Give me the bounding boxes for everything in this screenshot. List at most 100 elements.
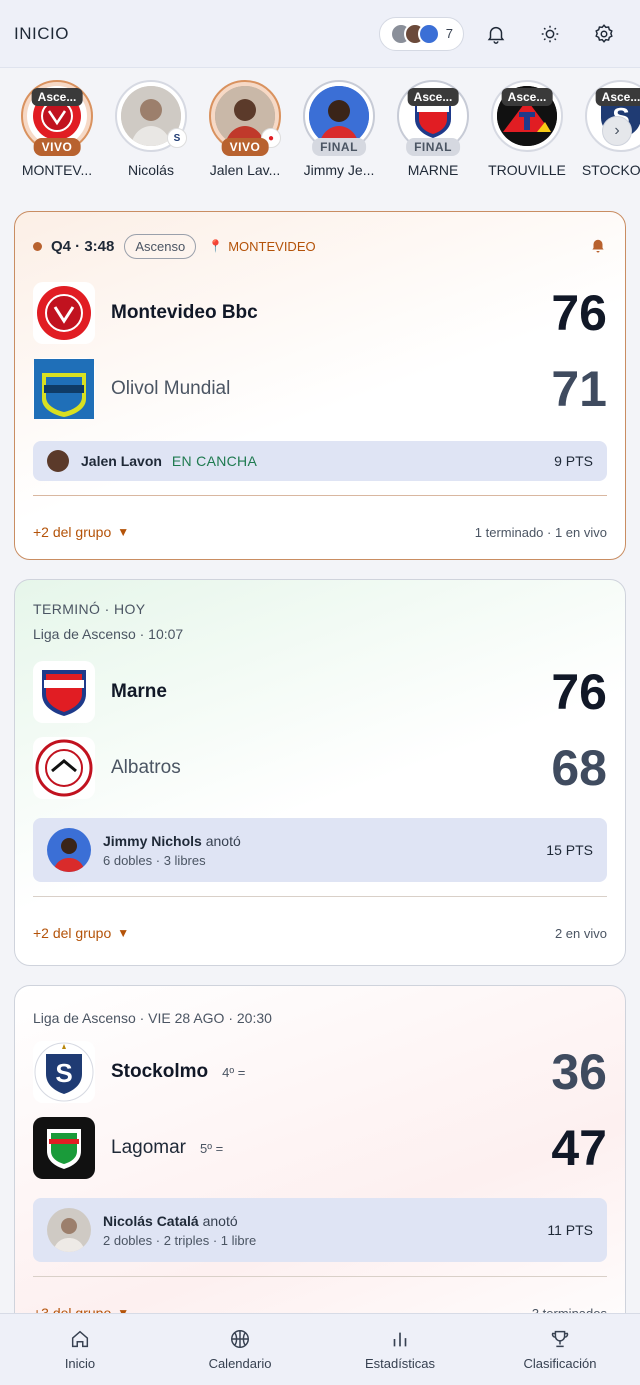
game-card-finished[interactable]: TERMINÓ · HOY Liga de Ascenso · 10:07 Ma…	[14, 579, 626, 966]
location-pin-icon: 📍	[208, 239, 224, 253]
svg-text:S: S	[55, 1058, 72, 1088]
lagomar-logo	[33, 1117, 95, 1179]
live-badge: VIVO	[221, 138, 269, 156]
avatar	[47, 450, 69, 472]
stories-next-button[interactable]: ›	[602, 116, 632, 146]
story-jalen[interactable]: ● VIVO Jalen Lav...	[198, 74, 292, 194]
game-alert-button[interactable]	[589, 236, 607, 257]
final-badge: FINAL	[406, 138, 460, 156]
story-label: Jimmy Je...	[303, 162, 375, 178]
game-card-result[interactable]: Liga de Ascenso · VIE 28 AGO · 20:30 S S…	[14, 985, 626, 1365]
stories-strip: Asce... VIVO MONTEV... S Nicolás ● VIVO …	[0, 74, 640, 194]
performer-name: Jalen Lavon	[81, 453, 162, 469]
group-expand-link[interactable]: +2 del grupo ▼	[33, 524, 129, 540]
top-performer-bar[interactable]: Nicolás Catalá anotó 2 dobles · 2 triple…	[33, 1198, 607, 1262]
story-league-tag: Asce...	[407, 88, 459, 106]
location-label: MONTEVIDEO	[228, 238, 316, 254]
group-expand-link[interactable]: +2 del grupo ▼	[33, 925, 129, 941]
home-team-name: Montevideo Bbc	[111, 302, 258, 323]
performer-detail: 6 dobles · 3 libres	[103, 852, 206, 868]
group-summary: 1 terminado · 1 en vivo	[474, 524, 607, 540]
caret-down-icon: ▼	[117, 525, 130, 539]
performer-points: 15 PTS	[546, 842, 593, 858]
bar-chart-icon	[393, 1332, 407, 1347]
away-team-rank: 5º =	[200, 1140, 224, 1156]
nav-calendar[interactable]: Calendario	[160, 1314, 320, 1385]
story-jimmy[interactable]: FINAL Jimmy Je...	[292, 74, 386, 194]
home-team-score: 36	[551, 1044, 607, 1100]
bell-filled-icon	[592, 239, 604, 252]
montevideo-bbc-logo	[37, 286, 91, 340]
caret-down-icon: ▼	[117, 926, 130, 940]
game-status: TERMINÓ · HOY	[33, 601, 146, 617]
live-indicator	[33, 241, 42, 251]
team-logo	[33, 358, 95, 420]
home-icon	[71, 1330, 89, 1348]
page-title: INICIO	[14, 23, 69, 43]
away-team-name: Olivol Mundial	[111, 378, 231, 399]
team-mini-icon: S	[167, 128, 187, 148]
story-label: TROUVILLE	[488, 162, 566, 178]
away-team-score: 71	[551, 361, 607, 417]
sun-icon	[541, 25, 559, 42]
nav-standings[interactable]: Clasificación	[480, 1314, 640, 1385]
away-team-score: 47	[551, 1120, 607, 1176]
nav-stats[interactable]: Estadísticas	[320, 1314, 480, 1385]
group-link-label: +2 del grupo	[33, 524, 112, 540]
top-performer-bar[interactable]: Jimmy Nichols anotó 6 dobles · 3 libres …	[33, 818, 607, 882]
story-league-tag: Asce...	[31, 88, 83, 106]
story-label: Nicolás	[128, 162, 174, 178]
story-montevideo[interactable]: Asce... VIVO MONTEV...	[10, 74, 104, 194]
story-marne[interactable]: Asce... FINAL MARNE	[386, 74, 480, 194]
home-team-name: Marne	[111, 681, 167, 702]
story-nicolas[interactable]: S Nicolás	[104, 74, 198, 194]
team-logo	[33, 282, 95, 344]
bell-icon	[487, 26, 505, 44]
league-time: Liga de Ascenso · VIE 28 AGO · 20:30	[33, 1010, 272, 1026]
stockolmo-logo: S	[34, 1042, 94, 1102]
basketball-icon	[231, 1330, 249, 1348]
settings-button[interactable]	[582, 12, 626, 56]
league-chip[interactable]: Ascenso	[124, 233, 197, 259]
story-trouville[interactable]: Asce... TROUVILLE	[480, 74, 574, 194]
team-logo	[33, 661, 95, 723]
away-team-name: Lagomar	[111, 1137, 186, 1158]
nav-label: Calendario	[208, 1356, 272, 1371]
olivol-mundial-logo	[34, 359, 94, 419]
game-card-live[interactable]: Q4 · 3:48 Ascenso 📍 MONTEVIDEO Montevide…	[14, 211, 626, 560]
league-time: Liga de Ascenso · 10:07	[33, 626, 184, 642]
story-label: Jalen Lav...	[209, 162, 281, 178]
story-league-tag: Asce...	[595, 88, 640, 106]
performer-points: 11 PTS	[547, 1222, 593, 1238]
followed-count: 7	[445, 26, 453, 41]
nav-label: Clasificación	[523, 1356, 597, 1371]
performer-verb: anotó	[202, 1212, 238, 1229]
nav-home[interactable]: Inicio	[0, 1314, 160, 1385]
home-team-rank: 4º =	[222, 1064, 246, 1080]
story-label: MARNE	[407, 162, 459, 178]
game-clock: Q4 · 3:48	[51, 237, 115, 255]
team-logo: S	[33, 1041, 95, 1103]
top-performer-bar[interactable]: Jalen Lavon EN CANCHA 9 PTS	[33, 441, 607, 481]
player-photo	[309, 86, 369, 146]
marne-logo	[42, 670, 86, 716]
live-badge: VIVO	[33, 138, 81, 156]
story-label: MONTEV...	[21, 162, 93, 178]
trophy-icon	[551, 1330, 569, 1348]
bottom-navigation: Inicio Calendario Estadísticas Clasifica…	[0, 1313, 640, 1385]
avatar	[47, 1208, 91, 1252]
game-location: 📍 MONTEVIDEO	[208, 239, 315, 254]
nav-label: Inicio	[64, 1356, 96, 1371]
followed-players-pill[interactable]: 7	[378, 16, 464, 51]
nav-label: Estadísticas	[364, 1356, 436, 1371]
final-badge: FINAL	[312, 138, 366, 156]
on-court-status: EN CANCHA	[171, 453, 258, 469]
theme-toggle-button[interactable]	[528, 12, 572, 56]
performer-detail: 2 dobles · 2 triples · 1 libre	[103, 1232, 257, 1248]
team-logo	[33, 737, 95, 799]
performer-name: Nicolás Catalá	[103, 1212, 199, 1229]
team-logo	[33, 1117, 95, 1179]
performer-verb: anotó	[205, 832, 241, 849]
notifications-button[interactable]	[474, 12, 518, 56]
story-label: STOCKOL...	[581, 162, 640, 178]
